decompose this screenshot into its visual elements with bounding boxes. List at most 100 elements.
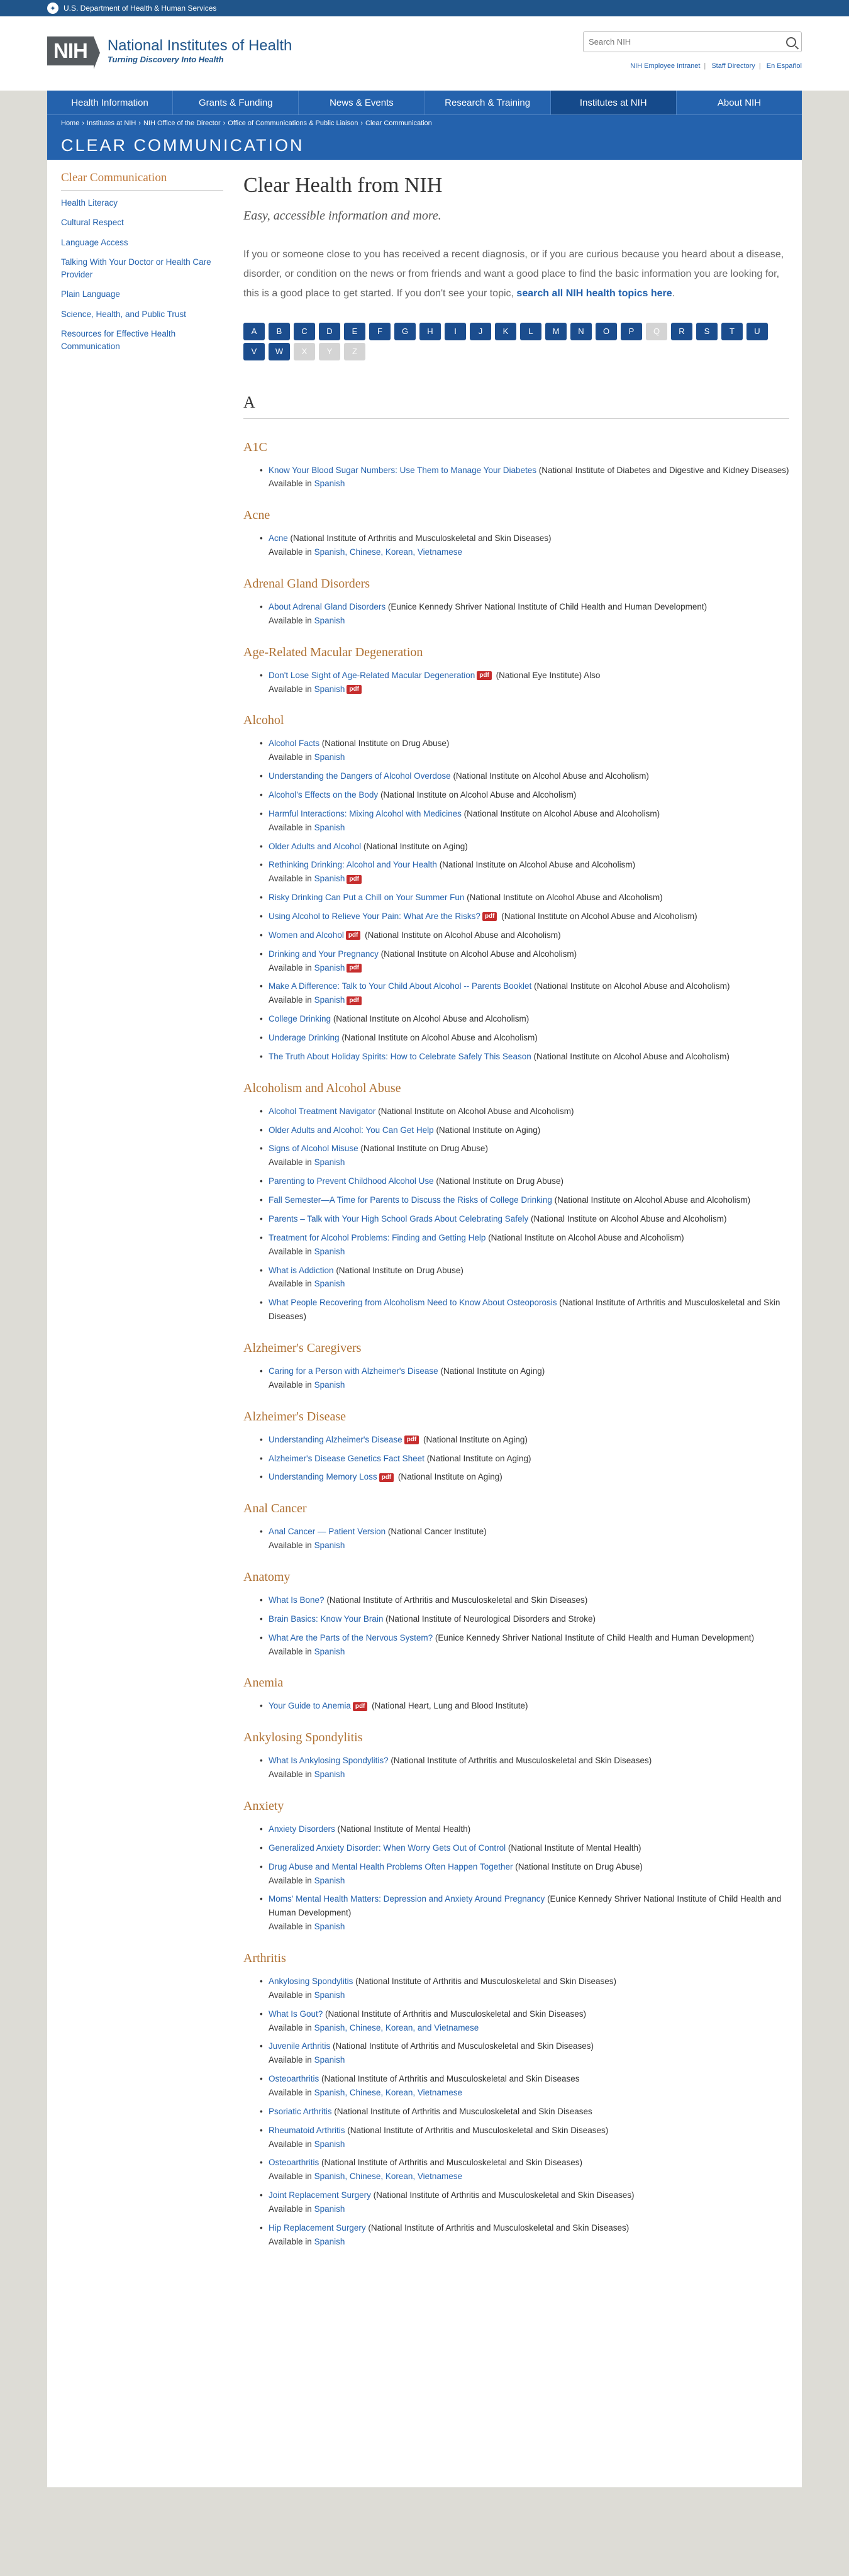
language-link[interactable]: Spanish (314, 684, 345, 694)
language-link[interactable]: Spanish (314, 1922, 345, 1931)
breadcrumb-institutes[interactable]: Institutes at NIH (87, 120, 136, 127)
sidebar-item-language-access[interactable]: Language Access (61, 237, 223, 249)
letter-button-c[interactable]: C (294, 322, 315, 340)
resource-link[interactable]: Fall Semester—A Time for Parents to Disc… (269, 1195, 552, 1205)
search-icon[interactable] (786, 36, 796, 47)
language-link[interactable]: Spanish (314, 752, 345, 762)
letter-button-u[interactable]: U (746, 322, 768, 340)
language-link[interactable]: Spanish (314, 1279, 345, 1288)
resource-link[interactable]: Know Your Blood Sugar Numbers: Use Them … (269, 466, 536, 475)
language-link[interactable]: Spanish (314, 1770, 345, 1779)
resource-link[interactable]: What Is Gout? (269, 2009, 323, 2019)
language-link[interactable]: Spanish (314, 823, 345, 832)
resource-link[interactable]: Alcohol Facts (269, 739, 319, 748)
employee-intranet-link[interactable]: NIH Employee Intranet (630, 62, 700, 70)
resource-link[interactable]: Moms' Mental Health Matters: Depression … (269, 1894, 545, 1904)
sidebar-item-health-literacy[interactable]: Health Literacy (61, 197, 223, 209)
sidebar-item-plain-language[interactable]: Plain Language (61, 288, 223, 301)
letter-button-h[interactable]: H (419, 322, 441, 340)
resource-link[interactable]: Using Alcohol to Relieve Your Pain: What… (269, 912, 480, 921)
resource-link[interactable]: Make A Difference: Talk to Your Child Ab… (269, 981, 531, 991)
breadcrumb-opl[interactable]: Office of Communications & Public Liaiso… (228, 120, 358, 127)
resource-link[interactable]: What Are the Parts of the Nervous System… (269, 1633, 433, 1642)
letter-button-t[interactable]: T (721, 322, 743, 340)
resource-link[interactable]: Brain Basics: Know Your Brain (269, 1614, 383, 1624)
resource-link[interactable]: Osteoarthritis (269, 2158, 319, 2167)
letter-button-l[interactable]: L (520, 322, 541, 340)
sidebar-item-cultural-respect[interactable]: Cultural Respect (61, 216, 223, 229)
resource-link[interactable]: What is Addiction (269, 1266, 334, 1275)
nav-about[interactable]: About NIH (677, 91, 802, 114)
resource-link[interactable]: Hip Replacement Surgery (269, 2223, 366, 2233)
language-link[interactable]: Spanish (314, 874, 345, 883)
resource-link[interactable]: Older Adults and Alcohol (269, 842, 361, 851)
letter-button-k[interactable]: K (495, 322, 516, 340)
resource-link[interactable]: Osteoarthritis (269, 2074, 319, 2083)
language-link[interactable]: Spanish (314, 479, 345, 488)
language-link[interactable]: Spanish (314, 2204, 345, 2214)
language-link[interactable]: Spanish (314, 1647, 345, 1656)
resource-link[interactable]: Signs of Alcohol Misuse (269, 1144, 358, 1153)
language-link[interactable]: Spanish (314, 616, 345, 625)
nav-grants-funding[interactable]: Grants & Funding (173, 91, 299, 114)
letter-button-e[interactable]: E (344, 322, 365, 340)
sidebar-item-resources[interactable]: Resources for Effective Health Communica… (61, 328, 223, 354)
language-link[interactable]: Spanish (314, 2237, 345, 2246)
resource-link[interactable]: Caring for a Person with Alzheimer's Dis… (269, 1366, 438, 1376)
letter-button-f[interactable]: F (369, 322, 391, 340)
letter-button-s[interactable]: S (696, 322, 718, 340)
language-link[interactable]: Spanish (314, 2055, 345, 2065)
resource-link[interactable]: Anal Cancer — Patient Version (269, 1527, 386, 1536)
sidebar-item-public-trust[interactable]: Science, Health, and Public Trust (61, 308, 223, 321)
resource-link[interactable]: Understanding Memory Loss (269, 1472, 377, 1481)
letter-button-o[interactable]: O (596, 322, 617, 340)
language-link[interactable]: Spanish (314, 1876, 345, 1885)
espanol-link[interactable]: En Español (767, 62, 802, 70)
breadcrumb-director[interactable]: NIH Office of the Director (143, 120, 221, 127)
resource-link[interactable]: Psoriatic Arthritis (269, 2107, 332, 2116)
resource-link[interactable]: College Drinking (269, 1014, 331, 1023)
resource-link[interactable]: Risky Drinking Can Put a Chill on Your S… (269, 893, 464, 902)
resource-link[interactable]: Acne (269, 533, 288, 543)
letter-button-g[interactable]: G (394, 322, 416, 340)
resource-link[interactable]: Treatment for Alcohol Problems: Finding … (269, 1233, 486, 1242)
resource-link[interactable]: Underage Drinking (269, 1033, 340, 1042)
language-link[interactable]: Spanish, Chinese, Korean, and Vietnamese (314, 2023, 479, 2032)
nav-health-information[interactable]: Health Information (47, 91, 174, 114)
resource-link[interactable]: Ankylosing Spondylitis (269, 1977, 353, 1986)
language-link[interactable]: Spanish (314, 1247, 345, 1256)
resource-link[interactable]: Your Guide to Anemia (269, 1701, 351, 1710)
resource-link[interactable]: Juvenile Arthritis (269, 2041, 330, 2051)
resource-link[interactable]: Understanding the Dangers of Alcohol Ove… (269, 771, 451, 781)
letter-button-b[interactable]: B (269, 322, 290, 340)
staff-directory-link[interactable]: Staff Directory (711, 62, 755, 70)
nav-news-events[interactable]: News & Events (299, 91, 425, 114)
resource-link[interactable]: Don't Lose Sight of Age-Related Macular … (269, 671, 475, 680)
resource-link[interactable]: Women and Alcohol (269, 930, 344, 940)
letter-button-i[interactable]: I (445, 322, 466, 340)
letter-button-d[interactable]: D (319, 322, 340, 340)
language-link[interactable]: Spanish, Chinese, Korean, Vietnamese (314, 2172, 462, 2181)
resource-link[interactable]: Drinking and Your Pregnancy (269, 949, 379, 959)
letter-button-m[interactable]: M (545, 322, 567, 340)
resource-link[interactable]: The Truth About Holiday Spirits: How to … (269, 1052, 531, 1061)
breadcrumb-home[interactable]: Home (61, 120, 79, 127)
resource-link[interactable]: Understanding Alzheimer's Disease (269, 1435, 402, 1444)
resource-link[interactable]: What People Recovering from Alcoholism N… (269, 1298, 557, 1307)
letter-button-j[interactable]: J (470, 322, 491, 340)
letter-button-a[interactable]: A (243, 322, 265, 340)
resource-link[interactable]: Older Adults and Alcohol: You Can Get He… (269, 1125, 434, 1135)
language-link[interactable]: Spanish (314, 1380, 345, 1390)
resource-link[interactable]: What Is Ankylosing Spondylitis? (269, 1756, 389, 1765)
resource-link[interactable]: Harmful Interactions: Mixing Alcohol wit… (269, 809, 462, 818)
language-link[interactable]: Spanish (314, 1157, 345, 1167)
resource-link[interactable]: Anxiety Disorders (269, 1824, 335, 1834)
resource-link[interactable]: Parenting to Prevent Childhood Alcohol U… (269, 1176, 434, 1186)
resource-link[interactable]: Alzheimer's Disease Genetics Fact Sheet (269, 1454, 425, 1463)
resource-link[interactable]: Parents – Talk with Your High School Gra… (269, 1214, 528, 1224)
nav-institutes[interactable]: Institutes at NIH (550, 91, 677, 114)
language-link[interactable]: Spanish (314, 995, 345, 1005)
resource-link[interactable]: Alcohol Treatment Navigator (269, 1107, 375, 1116)
resource-link[interactable]: What Is Bone? (269, 1595, 325, 1605)
nav-research-training[interactable]: Research & Training (425, 91, 551, 114)
